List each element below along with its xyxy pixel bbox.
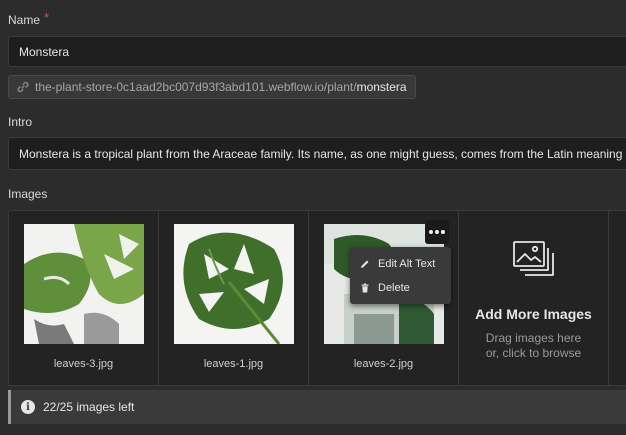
image-tile[interactable]: leaves-1.jpg [159,211,309,385]
menu-item-edit-alt-text[interactable]: Edit Alt Text [350,252,451,276]
images-label: Images [8,187,48,201]
required-asterisk: * [44,10,50,25]
menu-item-delete[interactable]: Delete [350,276,451,300]
add-more-images-dropzone[interactable]: Add More Images Drag images here or, cli… [459,211,609,385]
image-options-menu: Edit Alt Text Delete [350,247,451,304]
add-more-subtitle: Drag images here or, click to browse [485,331,582,360]
slug-link[interactable]: the-plant-store-0c1aad2bc007d93f3abd101.… [8,75,416,99]
ellipsis-icon [429,230,433,234]
info-icon: i [21,400,35,414]
image-gallery: leaves-3.jpg leaves-1.jpg leaves-2.jpg A… [8,210,626,386]
image-tile[interactable]: leaves-3.jpg [9,211,159,385]
trash-icon [360,283,370,293]
image-filename: leaves-1.jpg [203,358,264,370]
link-icon [17,81,29,93]
name-label: Name * [8,10,50,27]
intro-input[interactable]: Monstera is a tropical plant from the Ar… [8,137,626,170]
image-options-button[interactable] [425,220,449,244]
image-filename: leaves-2.jpg [353,358,414,370]
image-thumbnail[interactable] [24,224,144,344]
images-remaining-text: 22/25 images left [43,400,135,414]
add-more-title: Add More Images [475,306,592,322]
name-input-value: Monstera [19,44,70,59]
pencil-icon [360,259,370,269]
image-filename: leaves-3.jpg [53,358,114,370]
images-remaining-notice: i 22/25 images left [8,390,626,424]
menu-item-label: Delete [378,282,410,294]
menu-item-label: Edit Alt Text [378,258,436,270]
intro-input-value: Monstera is a tropical plant from the Ar… [19,146,623,161]
image-thumbnail[interactable] [174,224,294,344]
slug-value: monstera [356,80,407,94]
slug-prefix: the-plant-store-0c1aad2bc007d93f3abd101.… [35,80,357,94]
intro-label: Intro [8,115,33,129]
name-input[interactable]: Monstera [8,36,626,67]
images-icon [513,241,555,284]
